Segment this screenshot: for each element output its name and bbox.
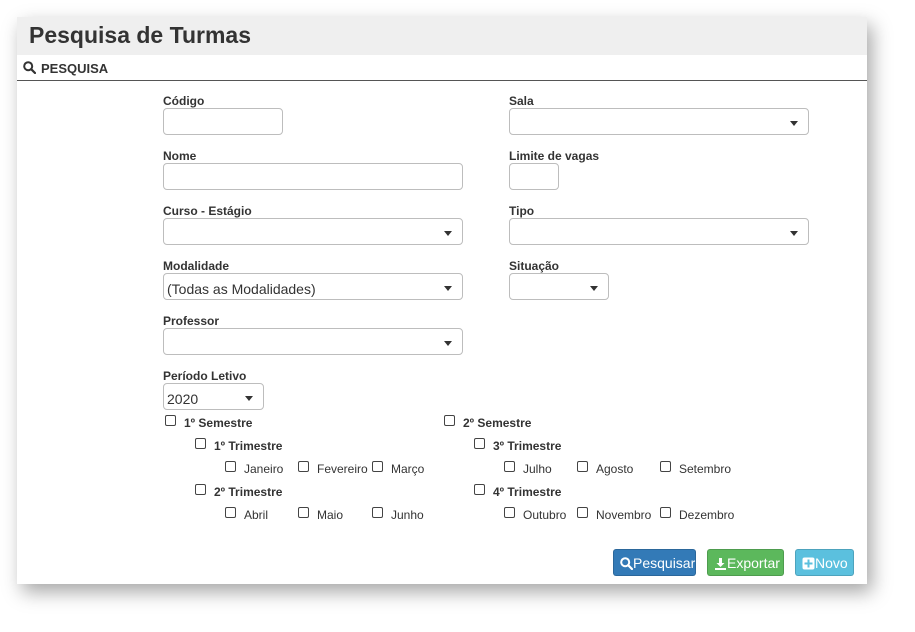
sem1-checkbox[interactable] [165,415,176,426]
tipo-label: Tipo [509,204,535,218]
exportar-button[interactable]: Exportar [707,549,784,576]
tri2-checkbox[interactable] [195,484,206,495]
month-label-setembro: Setembro [679,462,732,476]
month-checkbox-janeiro[interactable] [225,461,236,472]
month-checkbox-novembro[interactable] [577,507,588,518]
curso-label: Curso - Estágio [163,204,252,218]
limite-input[interactable] [509,163,559,190]
periodo-value: 2020 [167,391,199,407]
month-label-novembro: Novembro [596,508,652,522]
tipo-select[interactable] [509,218,809,245]
pesquisar-button[interactable]: Pesquisar [613,549,696,576]
professor-label: Professor [163,314,220,328]
periodo-select[interactable]: 2020 [163,383,264,410]
tri3-label: 3º Trimestre [493,439,562,453]
month-checkbox-julho[interactable] [504,461,515,472]
tri1-label: 1º Trimestre [214,439,283,453]
month-checkbox-setembro[interactable] [660,461,671,472]
page-header: Pesquisa de Turmas [17,17,867,55]
chevron-down-icon [790,121,798,126]
chevron-down-icon [245,396,253,401]
chevron-down-icon [444,286,452,291]
pesquisar-label: Pesquisar [633,555,696,571]
search-icon [23,61,36,74]
page-title: Pesquisa de Turmas [29,22,251,48]
month-checkbox-agosto[interactable] [577,461,588,472]
month-label-fevereiro: Fevereiro [317,462,368,476]
month-label-junho: Junho [391,508,424,522]
month-checkbox-junho[interactable] [372,507,383,518]
month-label-julho: Julho [523,462,552,476]
modalidade-select[interactable]: (Todas as Modalidades) [163,273,463,300]
sem2-label: 2º Semestre [463,416,532,430]
section-title: PESQUISA [41,61,109,76]
month-label-agosto: Agosto [596,462,634,476]
download-icon [715,558,726,570]
month-checkbox-marco[interactable] [372,461,383,472]
periodo-label: Período Letivo [163,369,247,383]
tri2-label: 2º Trimestre [214,485,283,499]
tri4-label: 4º Trimestre [493,485,562,499]
month-label-dezembro: Dezembro [679,508,735,522]
month-checkbox-abril[interactable] [225,507,236,518]
chevron-down-icon [444,231,452,236]
codigo-input[interactable] [163,108,283,135]
modalidade-label: Modalidade [163,259,230,273]
month-label-maio: Maio [317,508,344,522]
tri3-checkbox[interactable] [474,438,485,449]
chevron-down-icon [590,286,598,291]
nome-input[interactable] [163,163,463,190]
month-label-abril: Abril [244,508,269,522]
limite-label: Limite de vagas [509,149,600,163]
modalidade-value: (Todas as Modalidades) [167,281,316,297]
search-card: Pesquisa de Turmas PESQUISA Código Nome … [17,17,867,584]
curso-select[interactable] [163,218,463,245]
tri4-checkbox[interactable] [474,484,485,495]
novo-label: Novo [815,555,848,571]
plus-square-icon [802,557,815,570]
month-checkbox-fevereiro[interactable] [298,461,309,472]
chevron-down-icon [790,231,798,236]
tri1-checkbox[interactable] [195,438,206,449]
month-label-marco: Março [391,462,425,476]
novo-button[interactable]: Novo [795,549,854,576]
codigo-label: Código [163,94,205,108]
month-checkbox-maio[interactable] [298,507,309,518]
month-label-janeiro: Janeiro [244,462,284,476]
month-checkbox-dezembro[interactable] [660,507,671,518]
search-icon [620,557,633,570]
chevron-down-icon [444,341,452,346]
sala-label: Sala [509,94,534,108]
exportar-label: Exportar [727,555,780,571]
month-label-outubro: Outubro [523,508,567,522]
professor-select[interactable] [163,328,463,355]
section-header: PESQUISA [17,55,867,81]
sala-select[interactable] [509,108,809,135]
nome-label: Nome [163,149,197,163]
sem1-label: 1º Semestre [184,416,253,430]
month-checkbox-outubro[interactable] [504,507,515,518]
situacao-label: Situação [509,259,560,273]
sem2-checkbox[interactable] [444,415,455,426]
situacao-select[interactable] [509,273,609,300]
